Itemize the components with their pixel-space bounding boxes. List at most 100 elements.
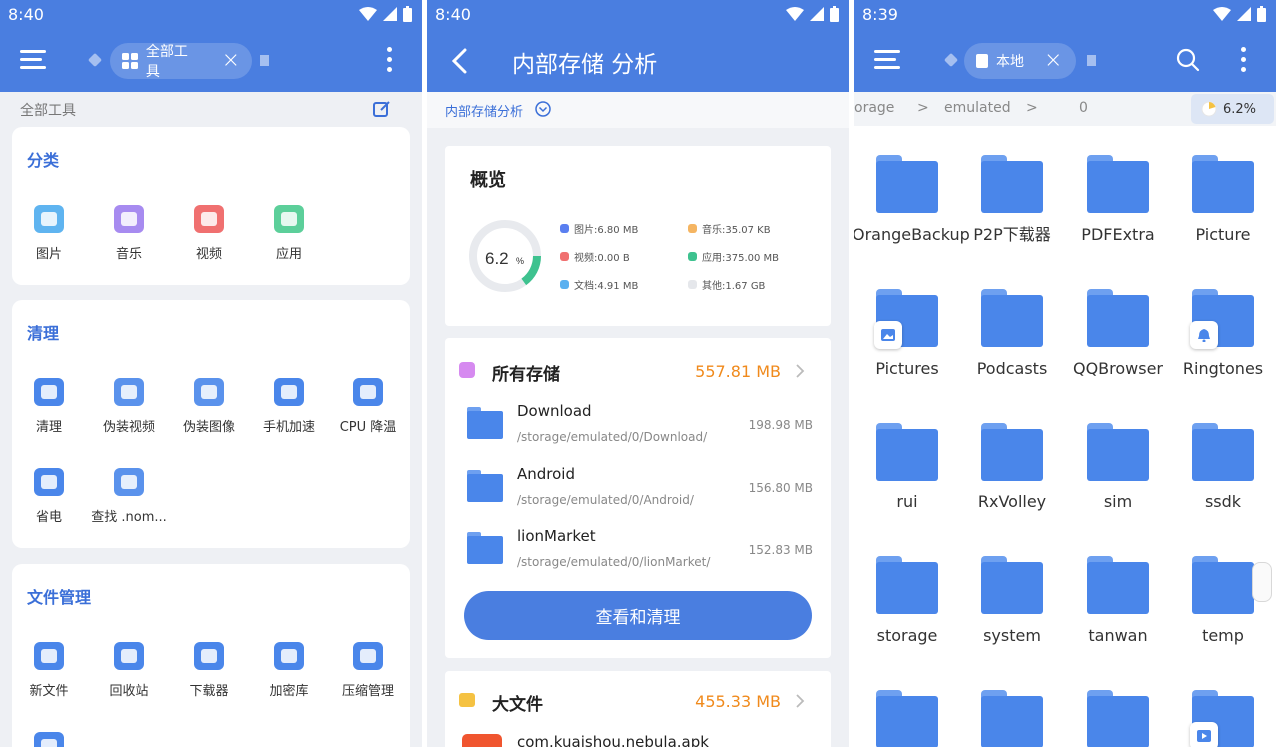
menu-icon[interactable] — [874, 50, 900, 70]
folder-name[interactable]: system — [957, 625, 1067, 646]
folder-icon[interactable] — [1087, 155, 1149, 213]
tab-placeholder-icon[interactable] — [260, 55, 269, 66]
all-storage-size: 557.81 MB — [695, 362, 781, 381]
filter-label[interactable]: 内部存储分析 — [445, 101, 523, 120]
back-arrow-icon[interactable] — [451, 48, 467, 74]
storage-row[interactable]: lionMarket /storage/emulated/0/lionMarke… — [445, 525, 831, 581]
find-icon — [114, 468, 144, 496]
folder-icon[interactable] — [981, 289, 1043, 347]
folder-name[interactable]: P2P下载器 — [957, 224, 1067, 245]
image-icon — [34, 205, 64, 233]
big-file-name[interactable]: com.kuaishou.nebula.apk — [517, 733, 709, 747]
wifi-icon — [359, 7, 377, 21]
legend-images: 图片:6.80 MB — [560, 221, 638, 236]
folder-name[interactable]: Podcasts — [957, 358, 1067, 379]
crumb-storage[interactable]: orage — [854, 100, 894, 116]
home-icon[interactable] — [943, 52, 959, 68]
folder-icon — [467, 407, 503, 439]
folder-icon[interactable] — [1087, 289, 1149, 347]
section-title: 文件管理 — [27, 588, 92, 607]
tool-recycle-bin[interactable]: 回收站 — [89, 642, 169, 699]
storage-row[interactable]: Download /storage/emulated/0/Download/ 1… — [445, 400, 831, 456]
tab-placeholder-icon[interactable] — [1087, 55, 1096, 66]
tool-find-nomedia[interactable]: 查找 .nom... — [89, 468, 169, 525]
folder-icon[interactable] — [876, 155, 938, 213]
tool-vault[interactable]: 加密库 — [249, 642, 329, 699]
view-and-clean-button[interactable]: 查看和清理 — [464, 591, 812, 640]
folder-name[interactable]: QQBrowser — [1063, 358, 1173, 379]
tab-all-tools[interactable]: 全部工具 × — [110, 43, 252, 80]
big-files-title: 大文件 — [492, 695, 543, 715]
folder-icon[interactable] — [981, 155, 1043, 213]
crumb-emulated[interactable]: emulated — [944, 100, 1011, 116]
folder-name[interactable]: storage — [854, 625, 962, 646]
folder-icon — [467, 532, 503, 564]
status-icons — [359, 6, 412, 22]
tool-more[interactable] — [9, 732, 89, 747]
wifi-icon — [786, 7, 804, 21]
legend-music: 音乐:35.07 KB — [688, 221, 771, 236]
close-tab-icon[interactable]: × — [1044, 50, 1062, 72]
folder-name[interactable]: temp — [1168, 625, 1276, 646]
folder-icon[interactable] — [981, 556, 1043, 614]
folder-name[interactable]: Ringtones — [1168, 358, 1276, 379]
local-files-screen: 8:39 本地 × orage > emulated > 0 6.2% Oran… — [854, 0, 1276, 747]
menu-icon[interactable] — [20, 50, 46, 70]
chevron-down-icon[interactable] — [535, 101, 551, 117]
tool-video[interactable]: 视频 — [169, 205, 249, 262]
tool-archive[interactable]: 压缩管理 — [328, 642, 408, 699]
storage-donut: 6.2 % — [469, 220, 541, 292]
folder-icon[interactable] — [1087, 556, 1149, 614]
tool-cpu-cool[interactable]: CPU 降温 — [328, 378, 408, 435]
tool-apps[interactable]: 应用 — [249, 205, 329, 262]
folder-icon[interactable] — [876, 423, 938, 481]
folder-name[interactable]: tanwan — [1063, 625, 1173, 646]
more-options-icon[interactable] — [1241, 47, 1247, 73]
folder-icon[interactable] — [876, 556, 938, 614]
home-icon[interactable] — [87, 52, 103, 68]
row-name: Android — [517, 465, 575, 483]
tool-battery-save[interactable]: 省电 — [9, 468, 89, 525]
search-icon[interactable] — [1176, 48, 1200, 72]
tab-local[interactable]: 本地 × — [964, 43, 1076, 79]
crumb-0[interactable]: 0 — [1079, 100, 1088, 116]
folder-icon[interactable] — [981, 690, 1043, 747]
chevron-right-icon[interactable] — [795, 694, 805, 708]
tool-images[interactable]: 图片 — [9, 205, 89, 262]
folder-icon[interactable] — [1087, 690, 1149, 747]
folder-name[interactable]: OrangeBackup — [854, 224, 970, 245]
folder-icon[interactable] — [874, 289, 938, 349]
tool-clean[interactable]: 清理 — [9, 378, 89, 435]
folder-icon[interactable] — [1192, 423, 1254, 481]
tool-boost[interactable]: 手机加速 — [249, 378, 329, 435]
folder-name[interactable]: ssdk — [1168, 491, 1276, 512]
folder-name[interactable]: RxVolley — [957, 491, 1067, 512]
folder-name[interactable]: Picture — [1168, 224, 1276, 245]
chevron-right-icon[interactable] — [795, 364, 805, 378]
tool-downloader[interactable]: 下载器 — [169, 642, 249, 699]
fast-scroll-handle[interactable] — [1252, 562, 1272, 602]
more-options-icon[interactable] — [387, 47, 393, 73]
edit-icon[interactable] — [373, 100, 391, 118]
folder-name[interactable]: rui — [854, 491, 962, 512]
storage-row[interactable]: Android /storage/emulated/0/Android/ 156… — [445, 463, 831, 519]
folder-name[interactable]: sim — [1063, 491, 1173, 512]
tool-new-files[interactable]: 新文件 — [9, 642, 89, 699]
folder-icon[interactable] — [1190, 289, 1254, 349]
folder-icon[interactable] — [876, 690, 938, 747]
storage-icon — [459, 362, 475, 378]
folder-name[interactable]: Pictures — [854, 358, 962, 379]
folder-name[interactable]: PDFExtra — [1063, 224, 1173, 245]
usage-badge[interactable]: 6.2% — [1191, 94, 1274, 124]
tool-fake-image[interactable]: 伪装图像 — [169, 378, 249, 435]
tool-fake-video[interactable]: 伪装视频 — [89, 378, 169, 435]
folder-icon[interactable] — [1192, 556, 1254, 614]
tool-music[interactable]: 音乐 — [89, 205, 169, 262]
folder-icon[interactable] — [1192, 155, 1254, 213]
folder-icon[interactable] — [1087, 423, 1149, 481]
folder-icon[interactable] — [981, 423, 1043, 481]
close-tab-icon[interactable]: × — [222, 50, 240, 72]
legend-apps: 应用:375.00 MB — [688, 249, 779, 264]
folder-icon[interactable] — [1190, 690, 1254, 747]
wifi-icon — [1213, 7, 1231, 21]
